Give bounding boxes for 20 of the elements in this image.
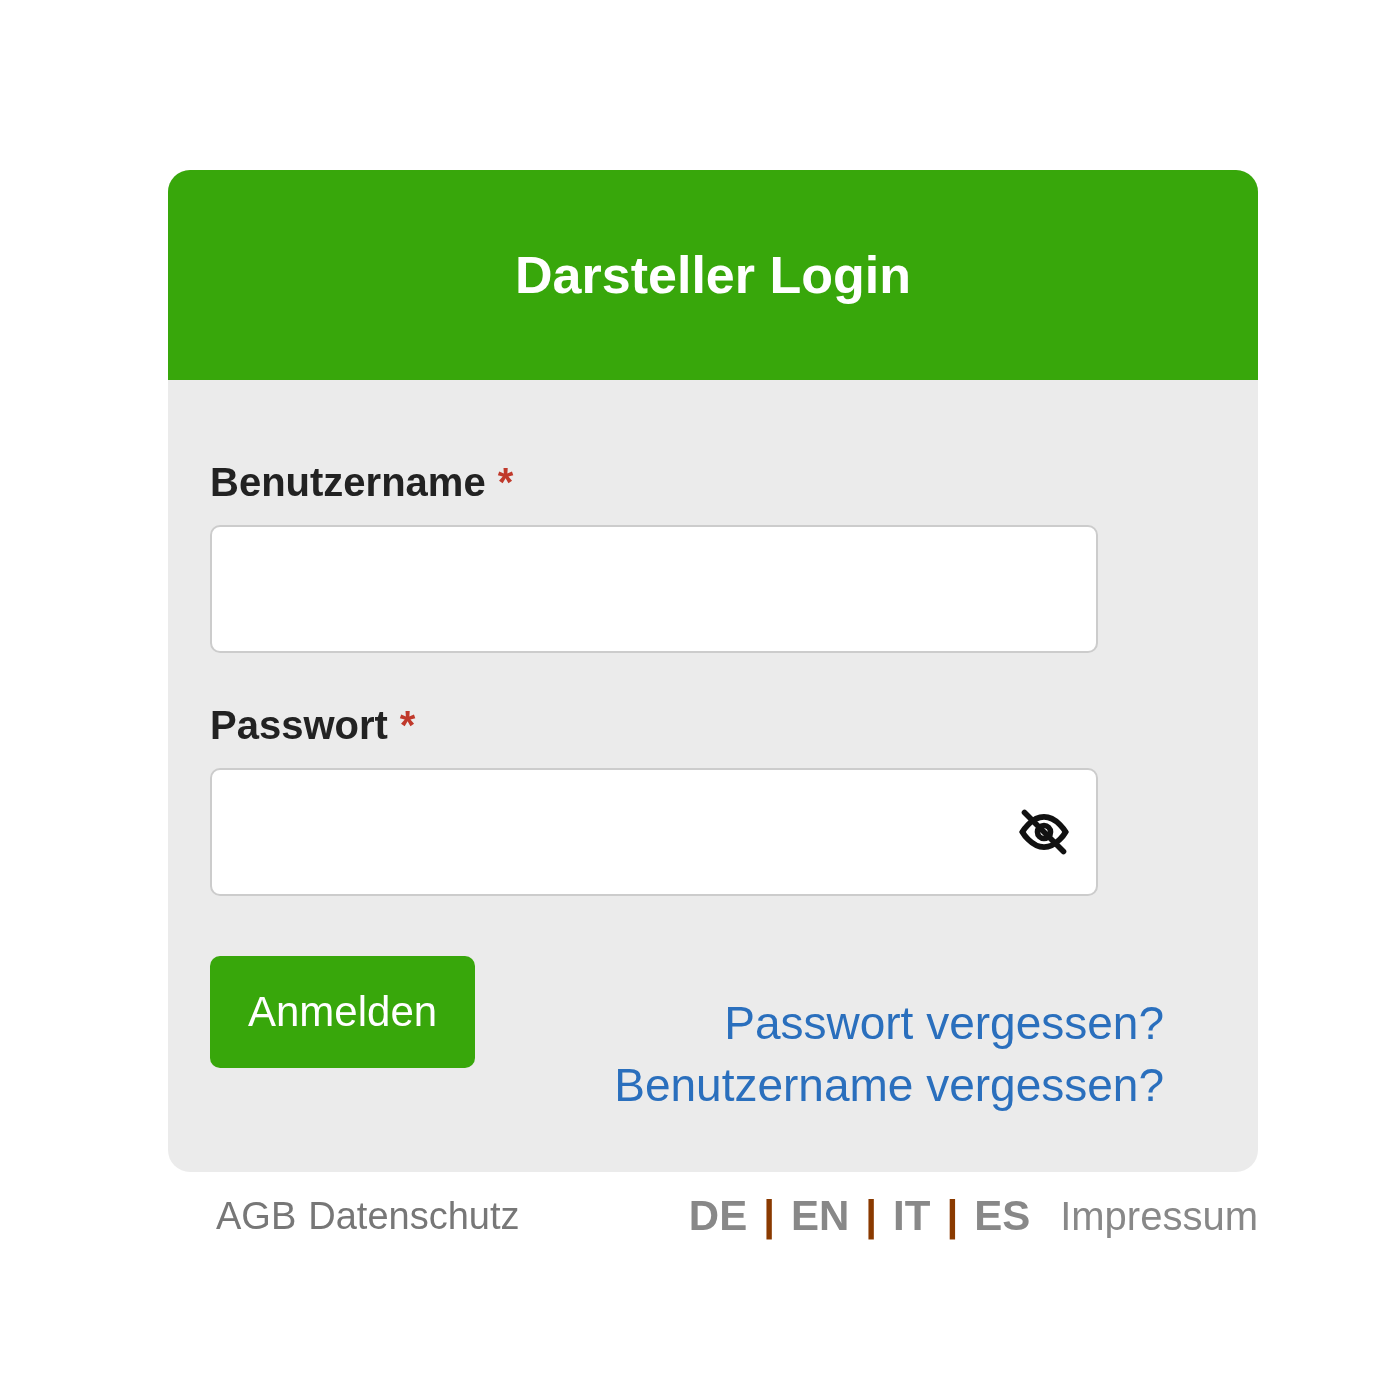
imprint-link[interactable]: Impressum bbox=[1060, 1193, 1258, 1239]
separator: | bbox=[946, 1192, 959, 1240]
language-link[interactable]: EN bbox=[790, 1192, 850, 1240]
language-link[interactable]: IT bbox=[893, 1192, 931, 1240]
footer-link[interactable]: AGB bbox=[216, 1194, 297, 1238]
username-field[interactable] bbox=[210, 525, 1098, 653]
help-link[interactable]: Benutzername vergessen? bbox=[614, 1058, 1164, 1112]
separator: | bbox=[865, 1192, 878, 1240]
help-link[interactable]: Passwort vergessen? bbox=[724, 996, 1164, 1050]
required-mark: * bbox=[497, 460, 514, 505]
footer-link[interactable]: Datenschutz bbox=[308, 1194, 520, 1238]
password-field[interactable] bbox=[210, 768, 1098, 896]
language-link[interactable]: ES bbox=[974, 1192, 1031, 1240]
required-mark: * bbox=[399, 703, 416, 748]
login-button[interactable]: Anmelden bbox=[210, 956, 476, 1068]
separator: | bbox=[763, 1192, 775, 1240]
language-link[interactable]: DE bbox=[688, 1192, 748, 1240]
card-title: Darsteller Login bbox=[515, 245, 911, 305]
field-label: Passwort bbox=[210, 703, 388, 748]
field-label: Benutzername bbox=[210, 460, 486, 505]
